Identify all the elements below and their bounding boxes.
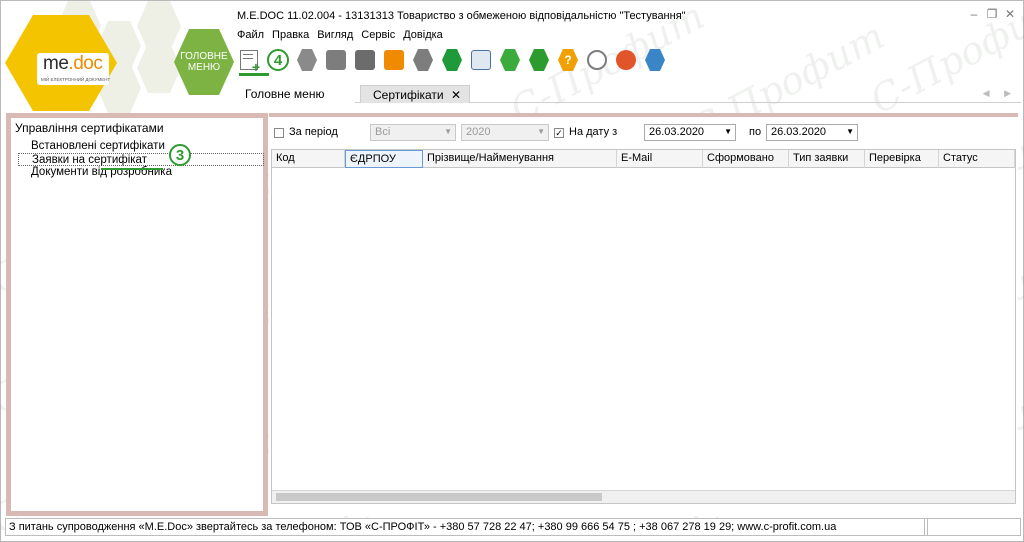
menu-help[interactable]: Довідка <box>403 29 443 41</box>
requests-panel: За період Всі ▼ 2020 ▼ ✓ На дату з 26.03.2… <box>269 113 1018 516</box>
logo-area: me.doc МІЙ ЕЛЕКТРОННИЙ ДОКУМЕНТ ГОЛОВНЕ М… <box>1 1 234 113</box>
toolbar: + 4 ? <box>236 47 668 74</box>
logo-subtitle: МІЙ ЕЛЕКТРОННИЙ ДОКУМЕНТ <box>41 77 111 82</box>
message-icon <box>616 50 636 70</box>
search-button[interactable] <box>410 47 436 73</box>
column-created[interactable]: Сформовано <box>703 150 789 168</box>
period-checkbox[interactable] <box>274 128 284 138</box>
filter-bar: За період Всі ▼ 2020 ▼ ✓ На дату з 26.03.2… <box>274 123 1014 143</box>
user-button[interactable] <box>642 47 668 73</box>
scrollbar-thumb[interactable] <box>276 493 602 501</box>
info-icon <box>529 49 549 71</box>
to-label: по <box>749 126 762 138</box>
table-header: Код ЄДРПОУ Прізвище/Найменування E-Mail … <box>272 150 1015 168</box>
tab-home[interactable]: Головне меню <box>233 85 355 103</box>
step-3-badge: 3 <box>169 144 191 166</box>
settings-button[interactable] <box>468 47 494 73</box>
menu-file[interactable]: Файл <box>237 29 264 41</box>
navigation-list: Встановлені сертифікати Заявки на сертиф… <box>18 140 264 179</box>
new-request-icon: + <box>240 50 260 74</box>
update-button[interactable] <box>294 47 320 73</box>
date-checkbox[interactable]: ✓ <box>554 128 564 138</box>
window-title: M.E.DOC 11.02.004 - 13131313 Товариство … <box>237 10 686 22</box>
period-select[interactable]: Всі ▼ <box>370 124 456 141</box>
column-code[interactable]: Код <box>272 150 345 168</box>
column-name[interactable]: Прізвище/Найменування <box>423 150 617 168</box>
year-select[interactable]: 2020 ▼ <box>461 124 549 141</box>
tab-certificates-label: Сертифікати <box>373 88 444 102</box>
print-icon <box>355 50 375 70</box>
toolbar-highlight <box>239 73 269 76</box>
panel-title: Управління сертифікатами <box>15 121 164 135</box>
export-button[interactable] <box>381 47 407 73</box>
menu-view[interactable]: Вигляд <box>317 29 353 41</box>
certificate-management-panel: Управління сертифікатами Встановлені сер… <box>6 113 268 516</box>
update-icon <box>297 49 317 71</box>
tab-certificates[interactable]: Сертифікати ✕ <box>360 85 470 103</box>
maximize-button[interactable]: ❐ <box>985 7 999 21</box>
chat-button[interactable] <box>584 47 610 73</box>
help-button[interactable]: ? <box>555 47 581 73</box>
date-from-picker[interactable]: 26.03.2020 ▼ <box>644 124 736 141</box>
settings-icon <box>471 50 491 70</box>
column-request-type[interactable]: Тип заявки <box>789 150 865 168</box>
step-4-badge: 4 <box>265 47 291 73</box>
refresh-icon <box>500 49 520 71</box>
nav-certificate-requests[interactable]: Заявки на сертифікат <box>18 153 264 166</box>
logo-text: me.doc <box>43 53 103 74</box>
minimize-button[interactable]: ‒ <box>967 7 981 21</box>
tab-bar: Головне меню Сертифікати ✕ ◀ ▶ <box>233 85 1021 103</box>
column-status[interactable]: Статус <box>939 150 1015 168</box>
download-button[interactable] <box>439 47 465 73</box>
close-icon[interactable]: ✕ <box>451 88 461 102</box>
send-button[interactable] <box>323 47 349 73</box>
chat-icon <box>587 50 607 70</box>
date-to-picker[interactable]: 26.03.2020 ▼ <box>766 124 858 141</box>
new-request-button[interactable]: + <box>236 47 262 74</box>
send-icon <box>326 50 346 70</box>
menu-service[interactable]: Сервіс <box>361 29 395 41</box>
horizontal-scrollbar[interactable] <box>272 490 1015 503</box>
tab-scroll-arrows[interactable]: ◀ ▶ <box>983 88 1017 99</box>
column-check[interactable]: Перевірка <box>865 150 939 168</box>
info-button[interactable] <box>526 47 552 73</box>
nav-installed-certificates[interactable]: Встановлені сертифікати <box>18 140 264 153</box>
date-label: На дату з <box>569 126 618 138</box>
menu-bar: Файл Правка Вигляд Сервіс Довідка <box>237 29 443 41</box>
menu-edit[interactable]: Правка <box>272 29 309 41</box>
status-bar: З питань супроводження «M.E.Doc» звертай… <box>5 518 1021 536</box>
window-controls: ‒ ❐ ✕ <box>967 7 1017 21</box>
close-button[interactable]: ✕ <box>1003 7 1017 21</box>
column-email[interactable]: E-Mail <box>617 150 703 168</box>
column-edrpou[interactable]: ЄДРПОУ <box>345 150 423 168</box>
print-button[interactable] <box>352 47 378 73</box>
download-icon <box>442 49 462 71</box>
main-menu-button[interactable]: ГОЛОВНЕ МЕНЮ <box>174 29 234 95</box>
app-window: С-ПрофитС-ПрофитС-ПрофитС-ПрофитС-Профит… <box>0 0 1024 542</box>
search-icon <box>413 49 433 71</box>
message-button[interactable] <box>613 47 639 73</box>
export-icon <box>384 50 404 70</box>
refresh-button[interactable] <box>497 47 523 73</box>
user-icon <box>645 49 665 71</box>
selection-highlight <box>101 168 163 170</box>
support-contact-text: З питань супроводження «M.E.Doc» звертай… <box>9 521 837 533</box>
period-label: За період <box>289 126 338 138</box>
requests-table: Код ЄДРПОУ Прізвище/Найменування E-Mail … <box>271 149 1016 504</box>
